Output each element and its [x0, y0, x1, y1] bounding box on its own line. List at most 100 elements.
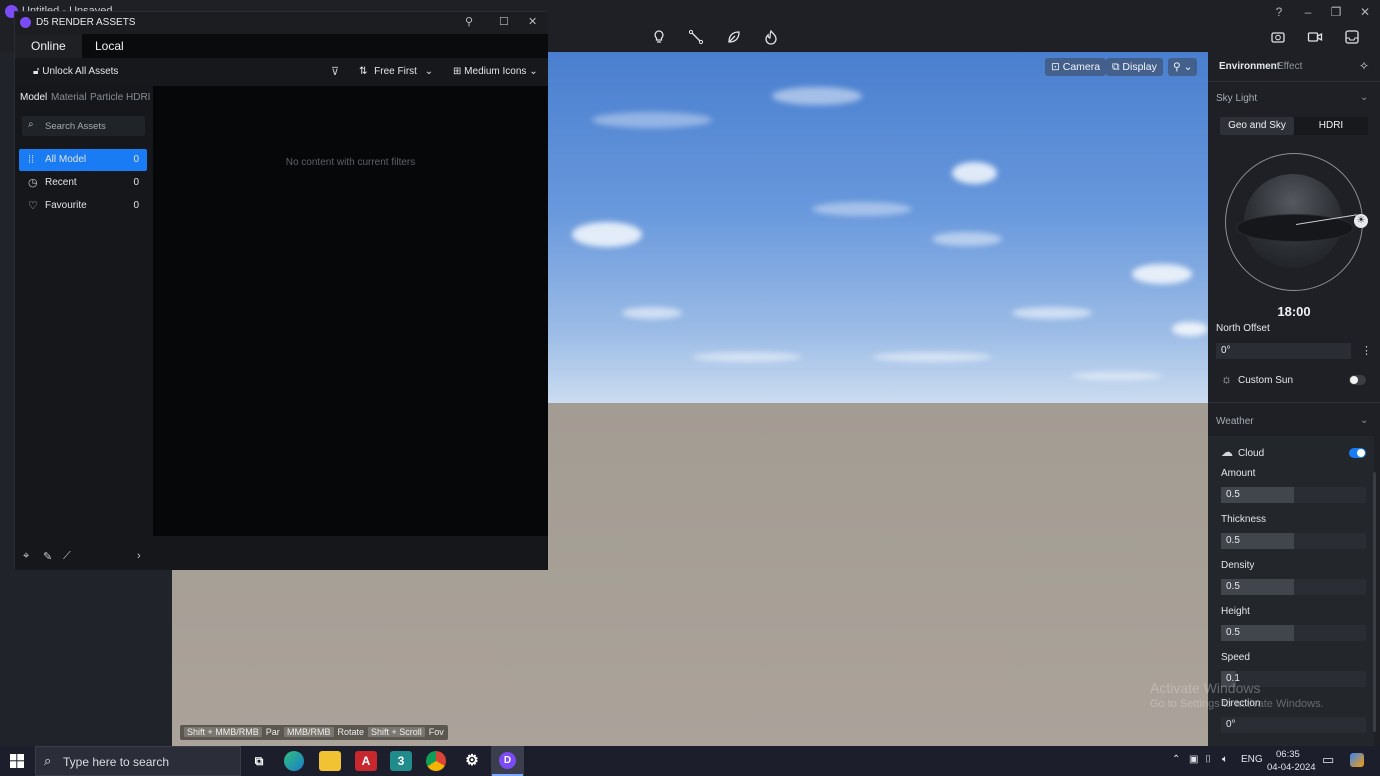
empty-message: No content with current filters [285, 157, 416, 168]
mode-toggle: Geo and Sky HDRI [1220, 117, 1368, 135]
grid-view-icon: ⊞ [453, 66, 462, 77]
param-slider-amount[interactable]: 0.5 [1221, 487, 1366, 503]
scrollbar[interactable] [1373, 472, 1376, 732]
pin-icon[interactable]: ⚲ [465, 15, 473, 28]
time-value: 18:00 [1277, 304, 1311, 319]
tab-online[interactable]: Online [15, 34, 82, 58]
mode-geo-sky[interactable]: Geo and Sky [1220, 117, 1294, 135]
edit-icon[interactable]: ✎ [43, 550, 52, 563]
category-model[interactable]: Model [20, 92, 47, 103]
grid-dots-icon: ⁞⁞ [28, 154, 35, 166]
category-material[interactable]: Material [51, 92, 87, 103]
settings-icon[interactable]: ⚙ [461, 751, 483, 771]
direction-field[interactable]: 0° [1221, 717, 1366, 733]
mode-hdri[interactable]: HDRI [1294, 117, 1368, 135]
tag-icon[interactable]: ⌖ [23, 550, 29, 563]
edge-icon[interactable] [284, 751, 304, 771]
chevron-right-icon[interactable]: › [137, 550, 141, 562]
axis-icon: ⚲ [1173, 61, 1181, 73]
tray-chevron-up-icon[interactable]: ⌃ [1172, 754, 1180, 765]
render-icon[interactable] [1342, 29, 1362, 47]
heart-icon: ♡ [28, 200, 38, 212]
d5-logo-icon [20, 17, 31, 28]
maximize-icon[interactable]: ☐ [499, 15, 509, 28]
asset-filter-bar: 🔓︎ Unlock All Assets ⊽ ⇅ Free First ⌄ ⊞ … [15, 58, 548, 86]
north-offset-label: North Offset [1216, 323, 1270, 334]
cloud-toggle[interactable] [1349, 448, 1366, 458]
chevron-down-icon[interactable]: ⌄ [1360, 92, 1368, 103]
close-panel-icon[interactable]: ✕ [528, 15, 537, 28]
chrome-icon[interactable] [426, 751, 446, 771]
side-item-all-model[interactable]: ⁞⁞ All Model 0 [19, 149, 147, 171]
filter-icon[interactable]: ⊽ [331, 65, 339, 78]
minimize-button[interactable]: – [1300, 4, 1316, 20]
sky-light-heading: Sky Light [1216, 93, 1258, 104]
param-slider-height[interactable]: 0.5 [1221, 625, 1366, 641]
task-view-icon[interactable]: ⧉ [248, 751, 270, 771]
measure-icon[interactable]: ⟋ [63, 550, 71, 563]
chevron-down-icon: ⌄ [1183, 61, 1193, 73]
camera-view-button[interactable]: ⊡ Camera [1045, 58, 1107, 76]
asset-grid: No content with current filters [153, 86, 548, 536]
tab-effect[interactable]: Effect [1277, 61, 1302, 72]
asset-tabs: Online Local [15, 34, 548, 58]
windows-start-icon[interactable] [10, 754, 24, 768]
lock-icon: 🔓︎ [33, 66, 40, 77]
side-item-recent[interactable]: ◷ Recent 0 [19, 172, 147, 194]
search-icon: ⌕ [44, 753, 52, 768]
video-icon[interactable] [1305, 29, 1325, 47]
3ds-max-icon[interactable]: 3 [390, 751, 412, 771]
more-options-icon[interactable]: ⋮ [1361, 344, 1372, 357]
param-slider-thickness[interactable]: 0.5 [1221, 533, 1366, 549]
leaf-icon[interactable] [724, 29, 744, 47]
gizmo-dropdown[interactable]: ⚲ ⌄ [1168, 58, 1198, 76]
chevron-down-icon: ⌄ [424, 66, 434, 77]
copilot-icon[interactable] [1350, 753, 1364, 767]
view-size-dropdown[interactable]: ⊞ Medium Icons ⌄ [453, 66, 538, 77]
asset-library-panel: D5 RENDER ASSETS ⚲ ☐ ✕ Online Local 🔓︎ U… [14, 11, 548, 570]
param-slider-density[interactable]: 0.5 [1221, 579, 1366, 595]
help-icon[interactable]: ? [1271, 4, 1287, 20]
sun-handle-icon[interactable]: ☀ [1354, 214, 1368, 228]
activate-windows-subtitle: Go to Settings to activate Windows. [1150, 698, 1324, 710]
category-particle[interactable]: Particle [90, 92, 123, 103]
tray-date[interactable]: 04-04-2024 [1267, 762, 1316, 773]
restore-button[interactable]: ❐ [1328, 4, 1344, 20]
north-offset-field[interactable]: 0° [1216, 343, 1351, 359]
chevron-down-icon[interactable]: ⌄ [1360, 415, 1368, 426]
sun-dial[interactable]: ☀ [1225, 153, 1368, 291]
hint-rotate: MMB/RMB Rotate [280, 725, 369, 740]
autocad-icon[interactable]: A [355, 751, 377, 771]
tray-network-icon[interactable]: ⌷ [1205, 754, 1211, 765]
category-hdri[interactable]: HDRI [126, 92, 150, 103]
sort-dropdown[interactable]: ⇅ Free First ⌄ [359, 66, 433, 77]
d5-render-icon: D [499, 752, 516, 769]
search-assets-input[interactable]: ⌕ Search Assets [22, 116, 145, 136]
light-bulb-icon[interactable] [649, 29, 669, 47]
notifications-icon[interactable]: ▭ [1322, 752, 1334, 768]
tray-volume-icon[interactable]: 🔈︎ [1222, 754, 1228, 765]
param-label-thickness: Thickness [1221, 514, 1267, 525]
clock-icon: ◷ [28, 177, 38, 189]
path-icon[interactable] [686, 29, 706, 47]
tray-language[interactable]: ENG [1241, 754, 1263, 765]
tray-time[interactable]: 06:35 [1276, 749, 1300, 760]
custom-sun-toggle[interactable] [1349, 375, 1366, 385]
param-label-speed: Speed [1221, 652, 1250, 663]
taskbar-search-input[interactable]: ⌕ Type here to search [35, 746, 241, 776]
tab-environment[interactable]: Environment [1219, 61, 1280, 72]
custom-sun-label: Custom Sun [1238, 375, 1294, 386]
sort-icon: ⇅ [359, 66, 368, 77]
display-button[interactable]: ⧉ Display [1106, 58, 1163, 76]
fire-icon[interactable] [761, 29, 781, 47]
d5-taskbar-active[interactable]: D [491, 746, 524, 776]
unlock-all-button[interactable]: 🔓︎ Unlock All Assets [33, 66, 118, 77]
cloud-icon: ☁ [1221, 445, 1233, 459]
file-explorer-icon[interactable] [319, 751, 341, 771]
sparkle-icon[interactable]: ✧ [1359, 59, 1369, 73]
side-item-favourite[interactable]: ♡ Favourite 0 [19, 195, 147, 217]
camera-icon[interactable] [1268, 29, 1288, 47]
close-button[interactable]: ✕ [1357, 4, 1373, 20]
tab-local[interactable]: Local [79, 34, 140, 58]
tray-device-icon[interactable]: ▣ [1189, 754, 1198, 765]
